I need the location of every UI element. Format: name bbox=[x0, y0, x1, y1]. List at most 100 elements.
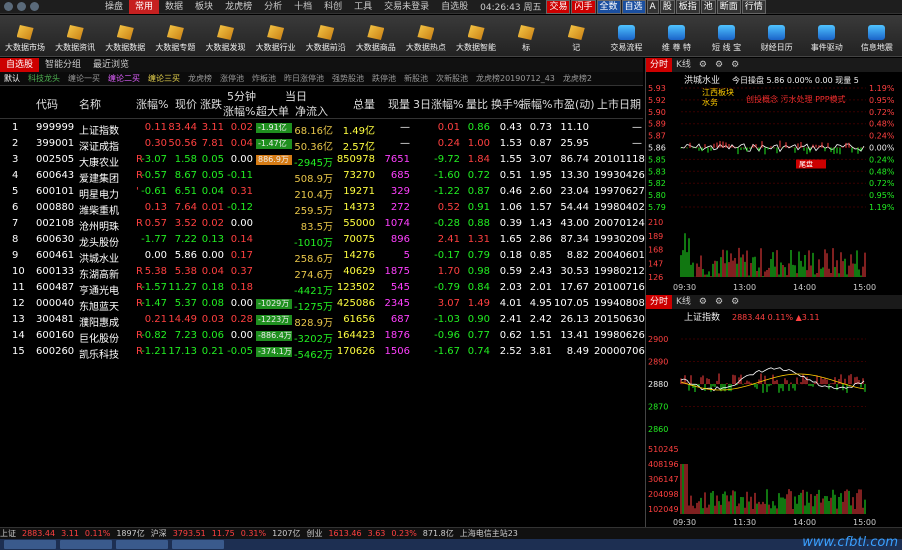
menu-shortcut-button[interactable]: 行情 bbox=[741, 0, 766, 14]
toolbar-button[interactable]: 大数据专题 bbox=[150, 16, 200, 56]
menu-shortcut-button[interactable]: 自选 bbox=[621, 0, 646, 14]
menu-shortcut-button[interactable]: 板指 bbox=[675, 0, 700, 14]
toolbar-button[interactable]: 短 线 宝 bbox=[702, 16, 752, 56]
table-row[interactable]: 8 600630 龙头股份 -1.77 7.22 0.13 0.14 -1010万 70075 8… bbox=[0, 232, 645, 249]
table-row[interactable]: 7 002108 沧州明珠 R 0.57 3.52 0.02 0.00 83.5万 55000 10… bbox=[0, 216, 645, 233]
column-header[interactable]: 量比 bbox=[466, 96, 488, 112]
menu-shortcut-button[interactable]: 闪手 bbox=[571, 0, 596, 14]
table-row[interactable]: 2 399001 深证成指 0.30 50.56 7.81 0.04 -1.47亿 50.36亿… bbox=[0, 136, 643, 153]
group-tab[interactable]: 龙虎榜20190712_43 bbox=[472, 73, 559, 84]
menu-shortcut-button[interactable]: 断面 bbox=[716, 0, 741, 14]
menu-item[interactable]: 常用 bbox=[129, 0, 160, 14]
menu-shortcut-button[interactable]: 股 bbox=[659, 0, 675, 14]
taskbar-item[interactable] bbox=[172, 540, 224, 549]
table-row[interactable]: 10 600133 东湖高新 R 5.38 5.38 0.04 0.37 274.6万 40629… bbox=[0, 264, 645, 281]
group-tab[interactable]: 强势股池 bbox=[328, 73, 368, 84]
group-tab[interactable]: 科技龙头 bbox=[24, 73, 64, 84]
settings-icon[interactable]: ⚙ bbox=[711, 295, 727, 309]
toolbar-button[interactable]: 记 bbox=[551, 16, 601, 56]
settings-icon[interactable]: ⚙ bbox=[711, 58, 727, 72]
group-tab[interactable]: 缠论三买 bbox=[144, 73, 184, 84]
group-tab[interactable]: 缠论一买 bbox=[64, 73, 104, 84]
column-header[interactable]: 超大单 bbox=[256, 103, 289, 119]
toolbar-button[interactable]: 标 bbox=[501, 16, 551, 56]
group-tab[interactable]: 昨日涨停池 bbox=[280, 73, 328, 84]
tab[interactable]: 自选股 bbox=[0, 58, 40, 72]
tab[interactable]: 智能分组 bbox=[39, 58, 87, 72]
menu-item[interactable]: 操盘 bbox=[99, 0, 129, 14]
column-header[interactable]: 涨幅% bbox=[136, 96, 168, 112]
group-tab[interactable]: 新股池 bbox=[400, 73, 432, 84]
toolbar-button[interactable]: 大数据发现 bbox=[200, 16, 250, 56]
menu-item[interactable]: 科创 bbox=[318, 0, 348, 14]
menu-item[interactable]: 龙虎榜 bbox=[219, 0, 258, 14]
toolbar-button[interactable]: 财经日历 bbox=[752, 16, 802, 56]
column-header[interactable]: 现价 bbox=[175, 96, 197, 112]
column-header[interactable]: 名称 bbox=[79, 96, 101, 112]
toolbar-button[interactable]: 大数据数据 bbox=[100, 16, 150, 56]
menu-shortcut-button[interactable]: 池 bbox=[700, 0, 716, 14]
chart-tab[interactable]: 分时 bbox=[646, 58, 673, 72]
group-tab[interactable]: 默认 bbox=[0, 73, 24, 84]
toolbar-button[interactable]: 大数据热点 bbox=[401, 16, 451, 56]
menu-item[interactable]: 交易未登录 bbox=[378, 0, 435, 14]
settings-icon[interactable]: ⚙ bbox=[695, 58, 711, 72]
settings-icon[interactable]: ⚙ bbox=[727, 295, 743, 309]
chart-tab[interactable]: K线 bbox=[672, 58, 695, 72]
taskbar-item[interactable] bbox=[4, 540, 56, 549]
column-header[interactable]: 总量 bbox=[353, 96, 375, 112]
window-control-icon[interactable] bbox=[17, 2, 26, 11]
menu-item[interactable]: 数据 bbox=[159, 0, 189, 14]
group-tab[interactable]: 龙虎榜 bbox=[184, 73, 216, 84]
toolbar-button[interactable]: 大数据前沿 bbox=[301, 16, 351, 56]
window-control-icon[interactable] bbox=[4, 2, 13, 11]
table-row[interactable]: 11 600487 亨通光电 R -1.57 11.27 0.18 0.18 -4421万 123… bbox=[0, 280, 645, 297]
intraday-chart-index[interactable]: 上证指数 2883.44 0.11% ▲3.11 2900 2890 2880 2870 2… bbox=[646, 309, 902, 529]
toolbar-button[interactable]: 大数据商品 bbox=[351, 16, 401, 56]
menu-item[interactable]: 工具 bbox=[348, 0, 378, 14]
column-header[interactable]: 涨幅% bbox=[223, 103, 255, 119]
menu-item[interactable]: 自选股 bbox=[435, 0, 474, 14]
toolbar-button[interactable]: 大数据智能 bbox=[451, 16, 501, 56]
column-header[interactable]: 市盈(动) bbox=[553, 96, 595, 112]
table-row[interactable]: 5 600101 明星电力 ' -0.61 6.51 0.04 0.31 210.4万 19271… bbox=[0, 184, 645, 201]
menu-item[interactable]: 分析 bbox=[258, 0, 288, 14]
column-header[interactable]: 代码 bbox=[36, 96, 58, 112]
table-row[interactable]: 9 600461 洪城水业 0.00 5.86 0.00 0.17 258.6万 14276 5 -… bbox=[0, 248, 645, 265]
column-header[interactable]: 振幅% bbox=[520, 96, 552, 112]
toolbar-button[interactable]: 交易流程 bbox=[601, 16, 651, 56]
group-tab[interactable]: 跌停池 bbox=[368, 73, 400, 84]
column-header[interactable]: 当日 bbox=[285, 88, 307, 104]
group-tab[interactable]: 炸板池 bbox=[248, 73, 280, 84]
column-header[interactable]: 净流入 bbox=[295, 103, 328, 119]
table-row[interactable]: 15 600260 凯乐科技 R -1.21 17.13 0.21 -0.05 -374.1万 -… bbox=[0, 344, 645, 361]
group-tab[interactable]: 次新股池 bbox=[432, 73, 472, 84]
toolbar-button[interactable]: 大数据行业 bbox=[251, 16, 301, 56]
group-tab[interactable]: 涨停池 bbox=[216, 73, 248, 84]
toolbar-button[interactable]: 事件驱动 bbox=[802, 16, 852, 56]
window-control-icon[interactable] bbox=[30, 2, 39, 11]
chart-tab[interactable]: K线 bbox=[672, 295, 695, 309]
menu-item[interactable]: 板块 bbox=[189, 0, 219, 14]
table-row[interactable]: 14 600160 巨化股份 R -0.82 7.23 0.06 0.00 -886.4万 -32… bbox=[0, 328, 645, 345]
menu-shortcut-button[interactable]: 交易 bbox=[546, 0, 571, 14]
toolbar-button[interactable]: 维 尊 特 bbox=[651, 16, 701, 56]
toolbar-button[interactable]: 大数据资讯 bbox=[50, 16, 100, 56]
column-header[interactable]: 3日涨幅% bbox=[413, 96, 463, 112]
table-row[interactable]: 12 000040 东旭蓝天 R -1.47 5.37 0.08 0.00 -1029万 -127… bbox=[0, 296, 645, 313]
tab[interactable]: 最近浏览 bbox=[87, 58, 135, 72]
intraday-chart-stock[interactable]: 洪城水业 今日操盘 5.86 0.00% 0.00 现量 5江西板块水务 创投概念 … bbox=[646, 72, 902, 292]
taskbar-item[interactable] bbox=[60, 540, 112, 549]
column-header[interactable]: 涨跌 bbox=[200, 96, 222, 112]
settings-icon[interactable]: ⚙ bbox=[695, 295, 711, 309]
column-header[interactable]: 5分钟 bbox=[227, 88, 256, 104]
column-header[interactable]: 上市日期 bbox=[597, 96, 641, 112]
column-header[interactable]: 换手% bbox=[491, 96, 523, 112]
column-header[interactable]: 现量 bbox=[388, 96, 410, 112]
group-tab[interactable]: 龙虎榜2 bbox=[559, 73, 596, 84]
settings-icon[interactable]: ⚙ bbox=[727, 58, 743, 72]
menu-shortcut-button[interactable]: 全数 bbox=[596, 0, 621, 14]
toolbar-button[interactable]: 大数据市场 bbox=[0, 16, 50, 56]
table-row[interactable]: 4 600643 爱建集团 R -0.57 8.67 0.05 -0.11 508.9万 7327… bbox=[0, 168, 645, 185]
table-row[interactable]: 6 000880 潍柴重机 0.13 7.64 0.01 -0.12 259.5万 14373 2… bbox=[0, 200, 645, 217]
